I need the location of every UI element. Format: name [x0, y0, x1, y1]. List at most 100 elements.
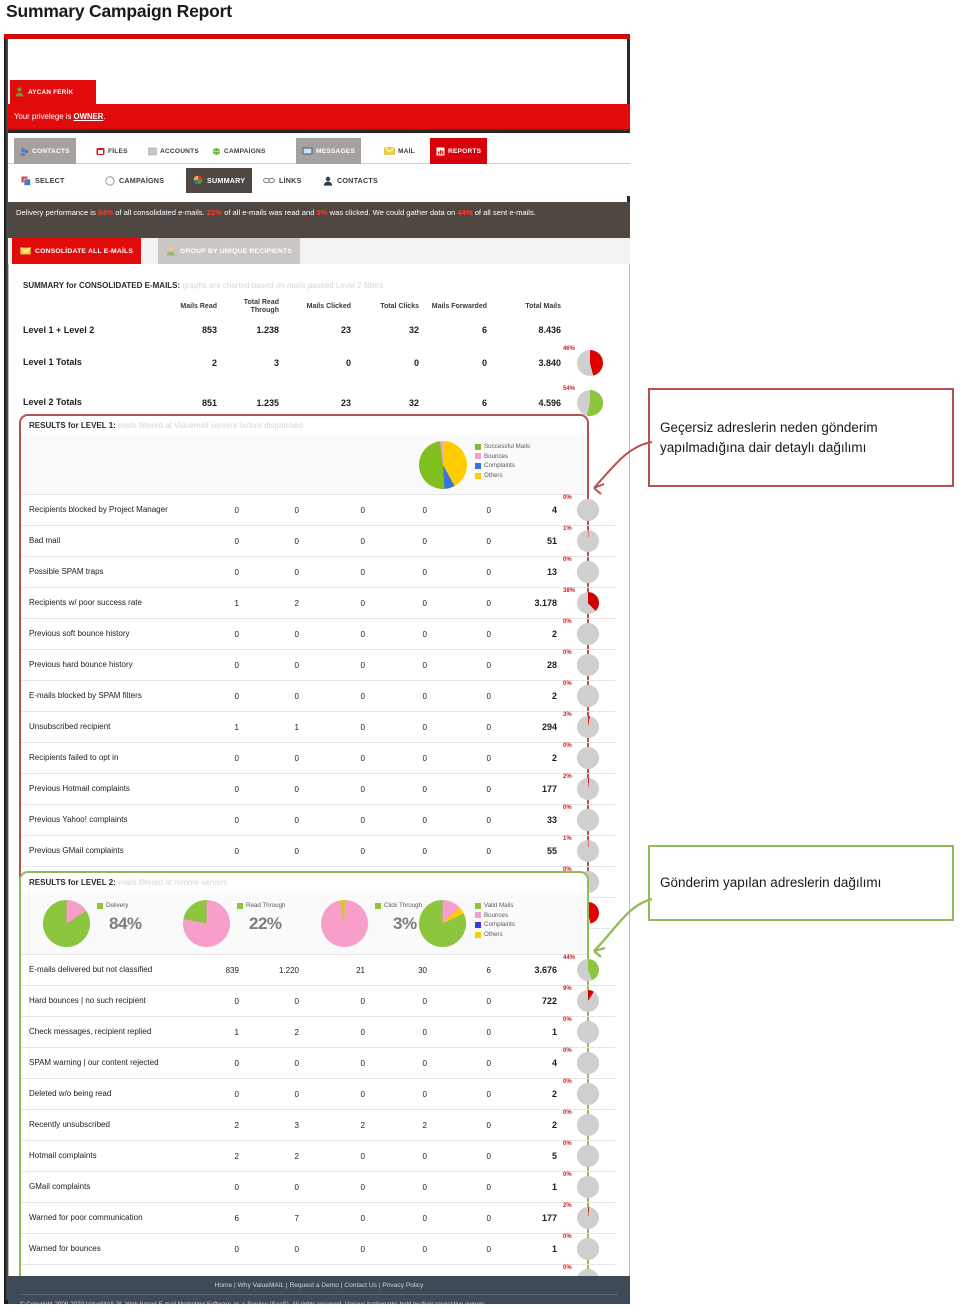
- nav-tab-messages[interactable]: MESSAGES: [296, 138, 361, 164]
- level2-row-7-gauge-cell: 0%: [563, 1172, 615, 1203]
- level1-row-4-v2: 0: [360, 629, 365, 639]
- nav-tab-accounts[interactable]: ACCOUNTS: [142, 138, 205, 164]
- level1-row-0-v2: 0: [360, 505, 365, 515]
- level1-row-11-label: Previous GMail complaints: [29, 846, 124, 856]
- level2-gauge-read-pie: [183, 900, 230, 947]
- main-navigation: CONTACTS FİLES ACCOUNTS CAMPAİGNS MESSAG…: [8, 133, 630, 164]
- level1-row-1-v4: 0: [486, 536, 491, 546]
- level2-row-1-v2: 0: [360, 996, 365, 1006]
- sub-navigation: SELECT CAMPAİGNS SUMMARY LİNKS CONTACTS: [8, 164, 630, 196]
- perf-part1: Delivery performance is: [16, 208, 98, 217]
- level2-row-6-v5: 5: [551, 1151, 557, 1161]
- group-by-unique-recipients-button[interactable]: GROUP BY UNİQUE RECİPİENTS: [158, 238, 301, 264]
- subnav-tab-campaigns-label: CAMPAİGNS: [119, 176, 165, 185]
- level2-row-0-label: E-mails delivered but not classified: [29, 965, 153, 975]
- subnav-tab-campaigns[interactable]: CAMPAİGNS: [98, 168, 172, 193]
- level2-row-7-label: GMail complaints: [29, 1182, 91, 1192]
- level2-row-10-pct: 0%: [563, 1265, 572, 1271]
- level1-row-9-v3: 0: [422, 784, 427, 794]
- nav-tab-reports[interactable]: REPORTS: [430, 138, 488, 164]
- level1-row-8-v2: 0: [360, 753, 365, 763]
- subnav-tab-contacts[interactable]: CONTACTS: [316, 168, 385, 193]
- level2-row-9-v5: 1: [551, 1244, 557, 1254]
- subnav-tab-select[interactable]: SELECT: [14, 168, 72, 193]
- level1-row-10-v2: 0: [360, 815, 365, 825]
- group-by-button-label: GROUP BY UNİQUE RECİPİENTS: [180, 247, 293, 255]
- level2-pie-legend: Valid Mails Bounces Complaints Others: [475, 901, 515, 939]
- table-row: E-mails delivered but not classified 839 1…: [21, 955, 615, 986]
- level1-row-10-pct: 0%: [563, 805, 572, 811]
- perf-pct-read: 22%: [206, 208, 222, 217]
- level2-row-7-pct: 0%: [563, 1172, 572, 1178]
- level2-gauge-read-value: 22%: [249, 914, 282, 933]
- level1-row-6-v0: 0: [234, 691, 239, 701]
- level2-row-4-v1: 0: [294, 1089, 299, 1099]
- level1-row-1-v5: 51: [546, 536, 557, 546]
- level1-legend-1: Bounces: [484, 452, 509, 460]
- level2-results-section: RESULTS for LEVEL 2: mails filtered at r…: [19, 871, 615, 1304]
- subnav-tab-summary[interactable]: SUMMARY: [186, 168, 253, 193]
- level2-row-8-pct: 2%: [563, 1203, 572, 1209]
- level2-row-4-v0: 0: [234, 1089, 239, 1099]
- nav-tab-mail[interactable]: MAİL: [378, 138, 421, 164]
- level1-row-8-v0: 0: [234, 753, 239, 763]
- level1-row-2-v0: 0: [234, 567, 239, 577]
- subnav-tab-contacts-label: CONTACTS: [337, 176, 378, 185]
- level1-row-3-gauge: [577, 592, 599, 614]
- user-account-tab[interactable]: AYCAN FERİK: [10, 80, 96, 104]
- level2-row-6-gauge: [577, 1145, 599, 1167]
- footer-link-4[interactable]: Privacy Policy: [382, 1282, 423, 1289]
- level1-row-7-v1: 1: [294, 722, 299, 732]
- privilege-value[interactable]: OWNER: [74, 112, 104, 121]
- perf-part3: of all e-mails was read and: [221, 208, 317, 217]
- level2-row-1-pct: 9%: [563, 986, 572, 992]
- summary-row-1-v4: 0: [481, 357, 487, 368]
- subnav-tab-links-label: LİNKS: [279, 176, 302, 185]
- nav-tab-contacts[interactable]: CONTACTS: [14, 138, 76, 164]
- level1-row-5-label: Previous hard bounce history: [29, 660, 133, 670]
- summary-col-2: Total Read Through: [243, 299, 279, 315]
- messages-icon: [302, 147, 313, 155]
- table-row: GMail complaints 0 0 0 0 0 1 0%: [21, 1172, 615, 1203]
- level2-row-4-v3: 0: [422, 1089, 427, 1099]
- level2-row-0-v3: 30: [418, 965, 427, 975]
- application-screenshot: AYCAN FERİK Your privelege is OWNER. CON…: [4, 34, 630, 1304]
- level2-row-2-v1: 2: [294, 1027, 299, 1037]
- footer-link-0[interactable]: Home: [215, 1282, 233, 1289]
- level1-row-4-v1: 0: [294, 629, 299, 639]
- footer-link-2[interactable]: Request a Demo: [289, 1282, 338, 1289]
- table-row: Warned for bounces 0 0 0 0 0 1 0%: [21, 1234, 615, 1265]
- level1-row-5-v0: 0: [234, 660, 239, 670]
- summary-row-level1: Level 1 Totals 2 3 0 0 0 3.840 46%: [23, 343, 613, 383]
- table-row: Deleted w/o being read 0 0 0 0 0 2 0%: [21, 1079, 615, 1110]
- summary-heading-sub: graphs are charted based on mails passed…: [182, 281, 386, 290]
- level1-row-6-v1: 0: [294, 691, 299, 701]
- level1-row-4-gauge: [577, 623, 599, 645]
- level2-row-6-v0: 2: [234, 1151, 239, 1161]
- callout-level1-text: Geçersiz adreslerin neden gönderim yapıl…: [660, 419, 878, 455]
- level1-row-5-gauge-cell: 0%: [563, 650, 615, 681]
- footer-link-1[interactable]: Why ValueMAIL: [238, 1282, 285, 1289]
- level1-pie-legend: Successful Mails Bounces Complaints Othe…: [475, 442, 530, 480]
- nav-tab-campaigns[interactable]: CAMPAİGNS: [206, 138, 272, 164]
- subnav-tab-links[interactable]: LİNKS: [256, 168, 309, 193]
- level2-row-9-v0: 0: [234, 1244, 239, 1254]
- level2-gauge-click-caption: Click Through: [375, 902, 422, 909]
- level1-row-4-v0: 0: [234, 629, 239, 639]
- level2-row-3-v0: 0: [234, 1058, 239, 1068]
- consolidate-all-emails-button[interactable]: CONSOLİDATE ALL E-MAİLS: [12, 238, 142, 264]
- nav-tab-files[interactable]: FİLES: [90, 138, 134, 164]
- level1-row-4-pct: 0%: [563, 619, 572, 625]
- summary-row-1-v2: 0: [345, 357, 351, 368]
- level1-row-3-v2: 0: [360, 598, 365, 608]
- level2-row-1-v3: 0: [422, 996, 427, 1006]
- level1-row-8-label: Recipients failed to opt in: [29, 753, 119, 763]
- footer-link-3[interactable]: Contact Us: [344, 1282, 377, 1289]
- summary-row-0-v1: 1.238: [256, 325, 279, 336]
- level2-row-8-v5: 177: [541, 1213, 557, 1223]
- user-avatar-icon: [15, 87, 24, 97]
- summary-pie-icon: [193, 175, 203, 185]
- level1-legend-0: Successful Mails: [484, 443, 531, 450]
- level2-row-1-gauge-cell: 9%: [563, 986, 615, 1017]
- table-row: Recipients failed to opt in 0 0 0 0 0 2 0%: [21, 743, 615, 774]
